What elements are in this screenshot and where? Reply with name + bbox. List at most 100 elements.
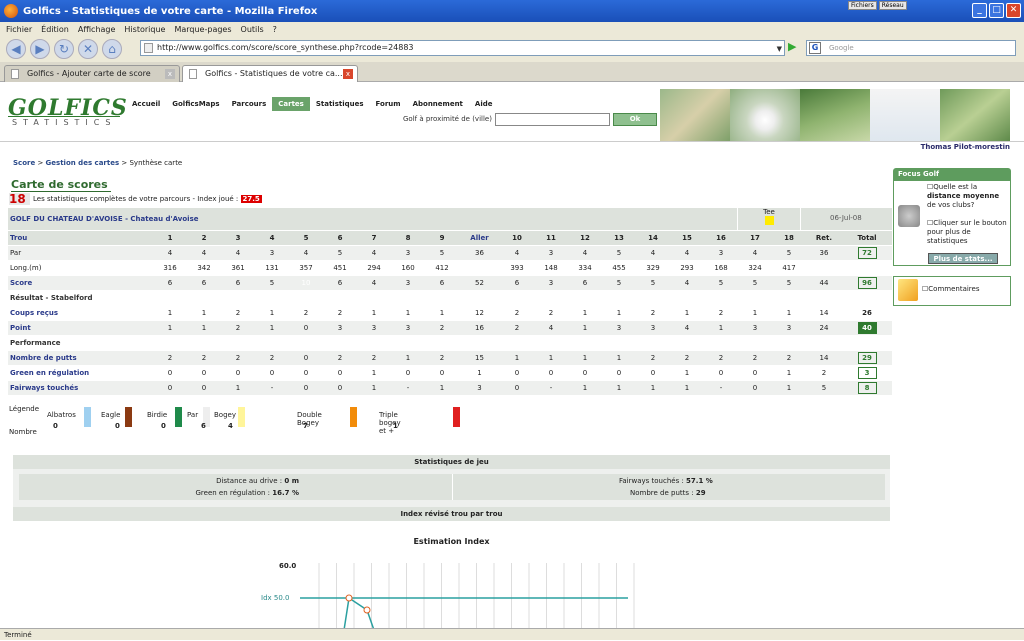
score-cell: 0: [187, 365, 221, 381]
user-name[interactable]: Thomas Pilot-morestin: [921, 143, 1010, 151]
stats-link[interactable]: Les statistiques complètes de votre parc…: [33, 195, 262, 203]
google-icon[interactable]: G: [809, 42, 821, 54]
row-label: Coups reçus: [8, 305, 153, 321]
search-input[interactable]: G Google: [806, 40, 1016, 56]
total-value: 40: [857, 321, 877, 334]
index-chart: Estimation Index 60.0 Idx 50.0: [13, 523, 890, 628]
score-cell: 5: [636, 275, 671, 291]
score-cell: 5: [425, 245, 459, 261]
score-cell: 1: [425, 380, 459, 396]
reload-icon[interactable]: ↻: [54, 39, 74, 59]
legend-count: 0: [115, 422, 120, 430]
menu-marque-pages[interactable]: Marque-pages: [174, 25, 231, 34]
menu-outils[interactable]: Outils: [241, 25, 264, 34]
score-cell: 5: [602, 245, 637, 261]
total-cell: 96: [842, 275, 892, 291]
score-cell: 455: [602, 260, 637, 276]
nav-cartes[interactable]: Cartes: [272, 97, 310, 111]
close-tab-icon[interactable]: x: [343, 69, 353, 79]
stats-divider: [452, 474, 453, 500]
mini-button-2[interactable]: Réseau: [878, 1, 907, 10]
nav-statistiques[interactable]: Statistiques: [310, 97, 370, 111]
header-total: Total: [842, 230, 892, 246]
nav-accueil[interactable]: Accueil: [126, 97, 166, 111]
score-cell: 0: [391, 365, 425, 381]
menu-affichage[interactable]: Affichage: [78, 25, 116, 34]
comments-link[interactable]: ☐Commentaires: [922, 285, 980, 293]
title-underline: [11, 191, 111, 192]
tee-cell: [459, 208, 892, 231]
city-input[interactable]: [495, 113, 610, 126]
golf-proximity-label: Golf à proximité de (ville): [403, 115, 492, 123]
nav-abonnement[interactable]: Abonnement: [407, 97, 469, 111]
legend-swatch: [238, 407, 245, 427]
fairways-label: Fairways touchés :: [619, 477, 684, 485]
close-tab-icon[interactable]: x: [165, 69, 175, 79]
menu-edition[interactable]: Édition: [41, 25, 69, 34]
header-hole-2: 2: [187, 230, 221, 246]
mini-button-1[interactable]: Fichiers: [848, 1, 877, 10]
table-row: Green en régulation 0 0 0 0 0 0 1 0 0 1 0 0 0 0 0 1 0 0 1 2 3: [8, 365, 892, 381]
chevron-down-icon[interactable]: ▼: [777, 42, 782, 56]
close-icon[interactable]: ✕: [1006, 3, 1021, 18]
total-cell: 29: [842, 350, 892, 366]
ok-button[interactable]: Ok: [613, 113, 657, 126]
score-cell: 0: [289, 380, 323, 396]
nav-forum[interactable]: Forum: [370, 97, 407, 111]
back-icon[interactable]: ◀: [6, 39, 26, 59]
minimize-icon[interactable]: _: [972, 3, 987, 18]
row-label: Nombre de putts: [8, 350, 153, 366]
ret-cell: 14: [806, 350, 842, 366]
nav-golficsmaps[interactable]: GolficsMaps: [166, 97, 225, 111]
ret-cell: 36: [806, 245, 842, 261]
menu-historique[interactable]: Historique: [124, 25, 165, 34]
green-stat: Green en régulation : 16.7 %: [19, 489, 300, 497]
fairway-image: [800, 89, 870, 141]
go-icon[interactable]: ▶: [788, 40, 802, 56]
aller-cell: 52: [459, 275, 501, 291]
legend-count: 6: [201, 422, 206, 430]
score-cell: 3: [391, 320, 425, 336]
header-divider: [0, 141, 1024, 142]
stop-icon[interactable]: ✕: [78, 39, 98, 59]
breadcrumb-score[interactable]: Score: [13, 159, 35, 167]
score-cell: -: [255, 380, 289, 396]
menu-help[interactable]: ?: [273, 25, 277, 34]
score-cell: 0: [500, 380, 535, 396]
tee-box: Tee: [737, 208, 801, 230]
club-distance-question: ☐Quelle est la distance moyenne de vos c…: [927, 183, 1009, 210]
nav-aide[interactable]: Aide: [469, 97, 499, 111]
header-hole-1: 1: [153, 230, 187, 246]
score-cell: 1: [357, 365, 391, 381]
score-cell: 2: [323, 350, 357, 366]
total-cell: 8: [842, 380, 892, 396]
nav-parcours[interactable]: Parcours: [226, 97, 273, 111]
score-cell: 2: [153, 350, 187, 366]
page-content: GOLFICS STATISTICS Accueil GolficsMaps P…: [0, 83, 1024, 628]
forward-icon[interactable]: ▶: [30, 39, 50, 59]
aller-cell: 36: [459, 245, 501, 261]
more-stats-button[interactable]: Plus de stats...: [928, 253, 998, 264]
url-input[interactable]: http://www.golfics.com/score/score_synth…: [140, 40, 785, 56]
page-title: Carte de scores: [11, 178, 108, 191]
breadcrumb-gestion[interactable]: Gestion des cartes: [46, 159, 120, 167]
header-hole-17: 17: [738, 230, 773, 246]
tab-ajouter-carte[interactable]: Golfics - Ajouter carte de score x: [4, 65, 180, 82]
golf-club-icon: [898, 205, 920, 227]
tab-statistiques[interactable]: Golfics - Statistiques de votre ca... x: [182, 65, 358, 82]
index-point: [345, 594, 353, 602]
menu-fichier[interactable]: Fichier: [6, 25, 32, 34]
window-titlebar: Golfics - Statistiques de votre carte - …: [0, 0, 1024, 22]
score-cell: 6: [568, 275, 603, 291]
legend-count: 1: [393, 422, 398, 430]
question-link[interactable]: distance moyenne: [927, 192, 999, 200]
home-icon[interactable]: ⌂: [102, 39, 122, 59]
score-cell: 1: [255, 305, 289, 321]
score-cell: 1: [391, 350, 425, 366]
score-cell: 2: [357, 350, 391, 366]
page-icon: [144, 43, 153, 53]
score-table: GOLF DU CHATEAU D'AVOISE - Chateau d'Avo…: [8, 208, 892, 396]
score-cell: 0: [221, 365, 255, 381]
more-stats-hint: ☐Cliquer sur le bouton pour plus de stat…: [927, 219, 1009, 246]
maximize-icon[interactable]: □: [989, 3, 1004, 18]
